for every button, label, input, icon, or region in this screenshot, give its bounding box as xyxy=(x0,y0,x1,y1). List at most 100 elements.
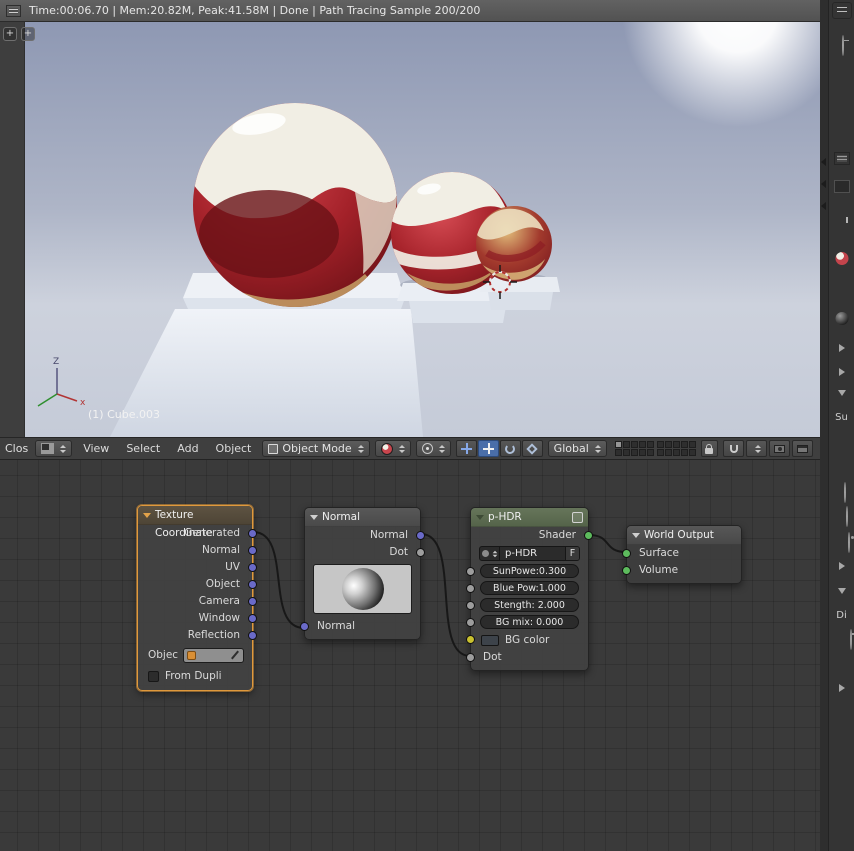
menu-view[interactable]: View xyxy=(77,442,115,455)
layer-cell[interactable] xyxy=(639,449,646,456)
socket-normal-in[interactable] xyxy=(300,622,309,631)
properties-editor-icon[interactable] xyxy=(832,2,852,19)
layer-cell[interactable] xyxy=(615,449,622,456)
socket-bg-color[interactable] xyxy=(466,635,475,644)
menu-add[interactable]: Add xyxy=(171,442,204,455)
layers-grid-right[interactable] xyxy=(657,441,696,456)
snap-toggle-button[interactable] xyxy=(723,440,744,457)
opengl-render-button[interactable] xyxy=(769,440,790,457)
region-divider[interactable] xyxy=(820,0,828,851)
socket-shader-out[interactable] xyxy=(584,531,593,540)
ring-plus-icon[interactable] xyxy=(850,629,852,650)
node-p-hdr-group[interactable]: p-HDR Shader p-HDR F SunPowe:0.300 Blue … xyxy=(470,507,589,671)
region-expand-icon[interactable] xyxy=(821,180,826,188)
world-preview-icon[interactable] xyxy=(835,312,848,325)
socket-object[interactable] xyxy=(248,580,257,589)
sun-power-slider[interactable]: SunPowe:0.300 xyxy=(480,564,579,578)
node-header[interactable]: p-HDR xyxy=(471,508,588,527)
close-label[interactable]: Clos xyxy=(3,442,30,455)
node-texture-coordinate[interactable]: Texture Coordinate Generated Normal UV O… xyxy=(137,505,253,691)
panel-arrow-icon[interactable] xyxy=(839,344,845,352)
normal-direction-widget[interactable] xyxy=(313,564,412,614)
lock-to-scene-button[interactable] xyxy=(701,440,718,457)
layer-cell[interactable] xyxy=(623,449,630,456)
layer-cell[interactable] xyxy=(681,441,688,448)
pivot-point-dropdown[interactable] xyxy=(416,440,451,457)
expand-panel-button[interactable]: + xyxy=(21,27,35,41)
layer-cell[interactable] xyxy=(657,441,664,448)
node-normal[interactable]: Normal Normal Dot Normal xyxy=(304,507,421,640)
node-world-output[interactable]: World Output Surface Volume xyxy=(626,525,742,584)
info-editor-icon[interactable] xyxy=(6,5,21,17)
socket-sun-power[interactable] xyxy=(466,567,475,576)
collapse-icon[interactable] xyxy=(632,533,640,538)
fake-user-button[interactable]: F xyxy=(565,547,579,560)
socket-dot-in[interactable] xyxy=(466,653,475,662)
node-group-icon[interactable] xyxy=(572,512,583,523)
from-dupli-checkbox[interactable] xyxy=(148,671,159,682)
layer-cell[interactable] xyxy=(689,449,696,456)
layer-cell[interactable] xyxy=(673,449,680,456)
transform-orientation-dropdown[interactable]: Global xyxy=(548,440,607,457)
collapse-minus-icon[interactable] xyxy=(842,35,844,56)
mode-dropdown[interactable]: Object Mode xyxy=(262,440,369,457)
region-expand-icon[interactable] xyxy=(821,202,826,210)
layer-cell[interactable] xyxy=(681,449,688,456)
layer-cell[interactable] xyxy=(623,441,630,448)
manipulator-translate-button[interactable] xyxy=(478,440,499,457)
socket-strength[interactable] xyxy=(466,601,475,610)
ring-dot-icon[interactable] xyxy=(848,532,850,553)
opengl-render-anim-button[interactable] xyxy=(792,440,813,457)
node-header[interactable]: World Output xyxy=(627,526,741,545)
layer-cell[interactable] xyxy=(657,449,664,456)
collapse-icon[interactable] xyxy=(310,515,318,520)
panel-arrow-icon[interactable] xyxy=(839,368,845,376)
panel-box-icon[interactable] xyxy=(834,180,850,193)
panel-menu-icon[interactable] xyxy=(834,152,850,165)
panel-open-icon[interactable] xyxy=(838,390,846,396)
material-preview-icon[interactable] xyxy=(835,252,848,265)
manipulator-scale-button[interactable] xyxy=(522,440,543,457)
bg-color-swatch[interactable] xyxy=(481,635,499,646)
panel-arrow-icon[interactable] xyxy=(839,562,845,570)
strength-slider[interactable]: Stength: 2.000 xyxy=(480,598,579,612)
layer-cell[interactable] xyxy=(673,441,680,448)
object-field[interactable] xyxy=(183,648,244,663)
manipulator-rotate-button[interactable] xyxy=(500,440,521,457)
node-header[interactable]: Normal xyxy=(305,508,420,527)
layer-cell[interactable] xyxy=(665,441,672,448)
blue-power-slider[interactable]: Blue Pow:1.000 xyxy=(480,581,579,595)
layer-cell[interactable] xyxy=(689,441,696,448)
panel-open-icon[interactable] xyxy=(838,588,846,594)
ring-icon[interactable] xyxy=(846,506,848,527)
panel-arrow-icon[interactable] xyxy=(839,684,845,692)
socket-dot-out[interactable] xyxy=(416,548,425,557)
socket-bg-mix[interactable] xyxy=(466,618,475,627)
socket-blue-power[interactable] xyxy=(466,584,475,593)
viewport-3d[interactable]: Z x (1) Cube.003 + + xyxy=(0,22,820,437)
editor-type-dropdown[interactable] xyxy=(35,440,72,457)
eyedropper-icon[interactable] xyxy=(231,651,239,660)
region-expand-icon[interactable] xyxy=(821,158,826,166)
layers-grid-left[interactable] xyxy=(615,441,654,456)
layer-cell[interactable] xyxy=(615,441,622,448)
socket-volume-in[interactable] xyxy=(622,566,631,575)
layer-cell[interactable] xyxy=(647,441,654,448)
ring-icon[interactable] xyxy=(844,482,846,503)
browse-group-button[interactable] xyxy=(480,547,500,560)
socket-camera[interactable] xyxy=(248,597,257,606)
menu-object[interactable]: Object xyxy=(210,442,258,455)
menu-select[interactable]: Select xyxy=(120,442,166,455)
socket-uv[interactable] xyxy=(248,563,257,572)
group-name-field[interactable]: p-HDR xyxy=(500,547,565,560)
snap-element-dropdown[interactable] xyxy=(746,440,767,457)
socket-normal-out[interactable] xyxy=(416,531,425,540)
viewport-shading-dropdown[interactable] xyxy=(375,440,411,457)
layer-cell[interactable] xyxy=(665,449,672,456)
socket-reflection[interactable] xyxy=(248,631,257,640)
node-header[interactable]: Texture Coordinate xyxy=(138,506,252,525)
collapse-icon[interactable] xyxy=(476,515,484,520)
layer-cell[interactable] xyxy=(639,441,646,448)
socket-window[interactable] xyxy=(248,614,257,623)
panel-label-display[interactable]: Di xyxy=(836,610,846,621)
